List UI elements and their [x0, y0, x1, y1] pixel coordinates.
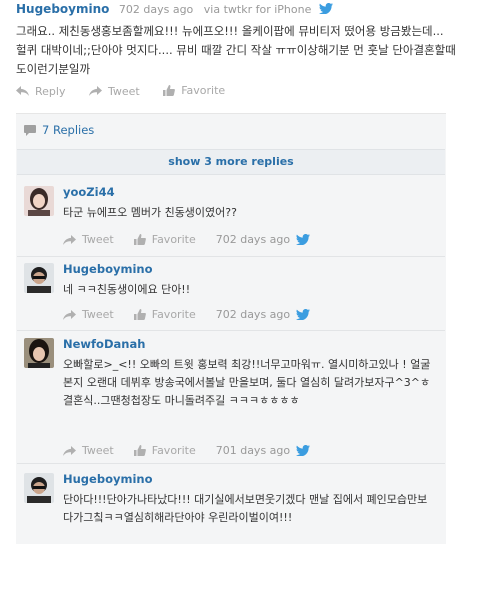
- favorite-label: Favorite: [181, 84, 226, 97]
- avatar[interactable]: [24, 263, 54, 293]
- avatar[interactable]: [24, 473, 54, 503]
- thumbs-up-icon: [133, 445, 146, 456]
- divider: [17, 463, 445, 464]
- divider: [17, 256, 445, 257]
- favorite-label: Favorite: [151, 308, 196, 321]
- reply-username[interactable]: Hugeboymino: [63, 262, 152, 276]
- replies-count-label: 7 Replies: [42, 123, 95, 137]
- retweet-button[interactable]: Tweet: [63, 444, 114, 457]
- tweet-actions: Reply Tweet Favorite: [16, 84, 245, 99]
- twitter-bird-icon: [296, 234, 311, 245]
- reply-age[interactable]: 701 days ago: [216, 444, 290, 457]
- retweet-arrow-icon: [88, 86, 102, 96]
- reply-text: 타군 뉴에프오 멤버가 친동생이였어??: [63, 206, 237, 219]
- reply-actions: Tweet Favorite 702 days ago: [63, 308, 311, 321]
- show-more-replies-button[interactable]: show 3 more replies: [17, 149, 445, 175]
- tweet-label: Tweet: [82, 444, 114, 457]
- favorite-button[interactable]: Favorite: [163, 84, 225, 97]
- avatar[interactable]: [24, 186, 54, 216]
- tweet-label: Tweet: [107, 84, 140, 98]
- tweet-age[interactable]: 702 days ago: [119, 3, 193, 16]
- tweet-text: 그래요.. 제친동생홍보좀할께요!!! 뉴에프오!!! 올케이팝에 뮤비티저 떴…: [16, 24, 456, 76]
- retweet-arrow-icon: [63, 445, 76, 456]
- twitter-bird-icon: [296, 309, 311, 320]
- tweet-label: Tweet: [82, 233, 114, 246]
- tweet-meta: Hugeboymino 702 days ago via twtkr for i…: [16, 2, 333, 17]
- thumbs-up-icon: [133, 234, 146, 245]
- favorite-button[interactable]: Favorite: [133, 233, 196, 246]
- retweet-button[interactable]: Tweet: [63, 308, 114, 321]
- favorite-button[interactable]: Favorite: [133, 308, 196, 321]
- reply-username[interactable]: Hugeboymino: [63, 472, 152, 486]
- favorite-label: Favorite: [151, 444, 196, 457]
- retweet-button[interactable]: Tweet: [63, 233, 114, 246]
- reply-arrow-icon: [16, 86, 29, 96]
- reply-username[interactable]: yooZi44: [63, 185, 115, 199]
- tweet-label: Tweet: [82, 308, 114, 321]
- reply-actions: Tweet Favorite 701 days ago: [63, 444, 311, 457]
- reply-text: 네 ㅋㅋ친동생이에요 단아!!: [63, 283, 191, 296]
- divider: [17, 330, 445, 331]
- twitter-bird-icon: [296, 445, 311, 456]
- tweet-via: via twtkr for iPhone: [203, 3, 312, 16]
- reply-button[interactable]: Reply: [16, 85, 65, 98]
- replies-panel: 7 Replies show 3 more replies yooZi44 타군…: [16, 113, 446, 544]
- twitter-bird-icon: [318, 3, 333, 17]
- reply-text: 오빠할로>_<!! 오빠의 트윗 홍보력 최강!!너무고마워ㅠ. 열시미하고있나…: [63, 358, 431, 407]
- tweet-username[interactable]: Hugeboymino: [16, 2, 109, 16]
- reply-username[interactable]: NewfoDanah: [63, 337, 145, 351]
- thumbs-up-icon: [163, 85, 176, 96]
- speech-bubble-icon: [24, 124, 36, 136]
- favorite-button[interactable]: Favorite: [133, 444, 196, 457]
- tweet-button[interactable]: Tweet: [88, 84, 140, 98]
- reply-text: 단아다!!!단아가나타났다!!! 대기실에서보면웃기겠다 맨날 집에서 폐인모습…: [63, 493, 428, 524]
- reply-actions: Tweet Favorite 702 days ago: [63, 233, 311, 246]
- reply-age[interactable]: 702 days ago: [216, 233, 290, 246]
- retweet-arrow-icon: [63, 234, 76, 245]
- reply-age[interactable]: 702 days ago: [216, 308, 290, 321]
- thumbs-up-icon: [133, 309, 146, 320]
- replies-count-link[interactable]: 7 Replies: [24, 123, 94, 137]
- avatar[interactable]: [24, 338, 54, 368]
- favorite-label: Favorite: [151, 233, 196, 246]
- reply-label: Reply: [35, 84, 66, 98]
- retweet-arrow-icon: [63, 309, 76, 320]
